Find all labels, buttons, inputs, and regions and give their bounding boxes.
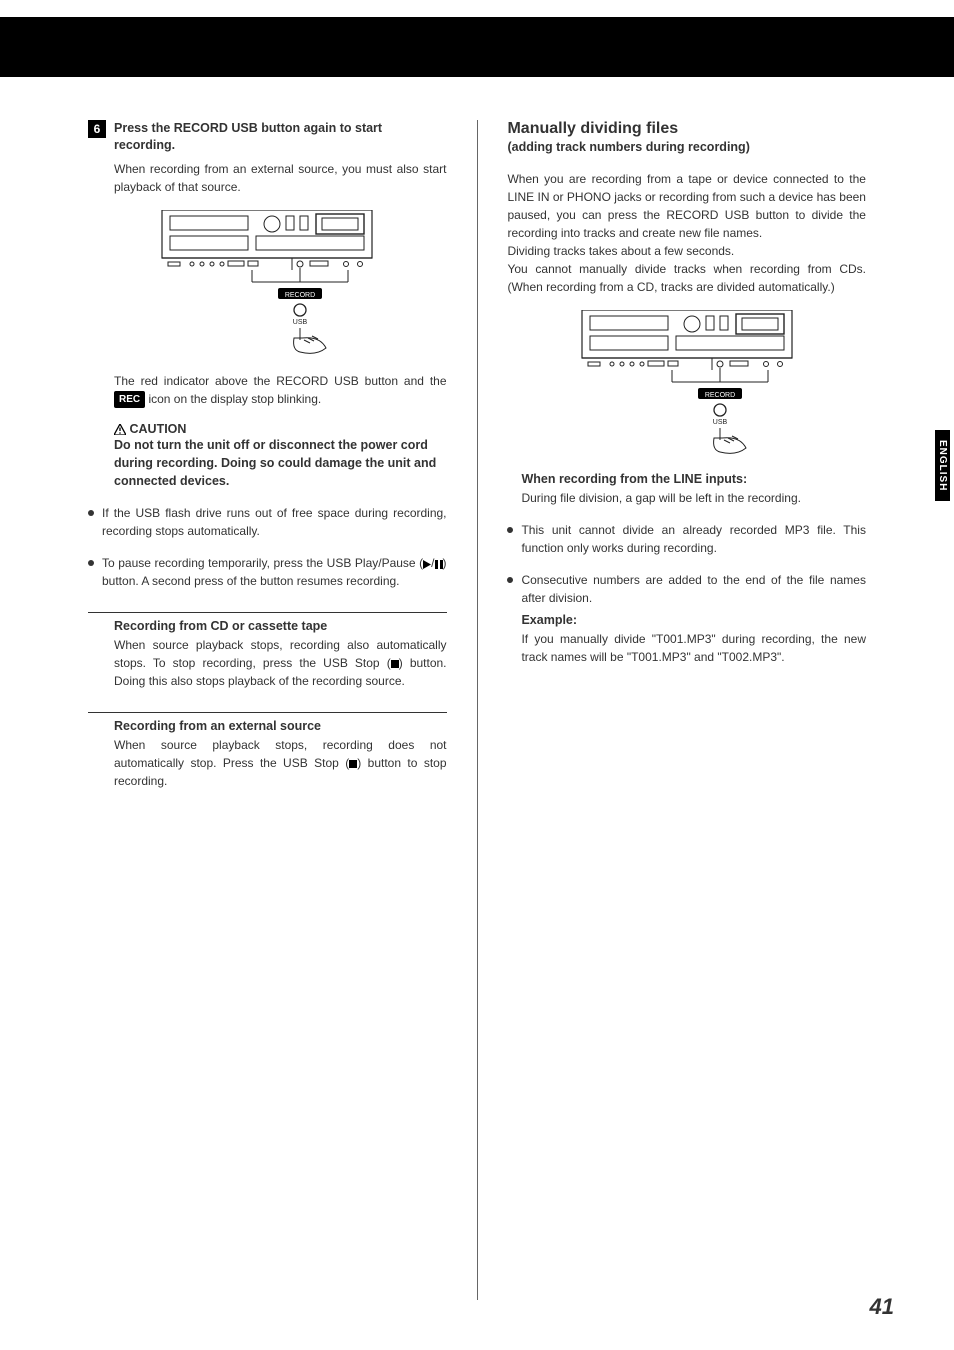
section-heading: Manually dividing files [507,120,866,138]
column-divider [477,120,478,1300]
play-icon [423,560,431,569]
right-column: Manually dividing files (adding track nu… [507,120,866,1300]
divider-line [88,712,447,713]
svg-text:RECORD: RECORD [285,292,315,299]
sub-cd-tape-head: Recording from CD or cassette tape [114,619,447,633]
bullet-pause-text: To pause recording temporarily, press th… [102,554,447,590]
bullet-dot-icon [507,577,513,583]
sub-external-body: When source playback stops, recording do… [114,736,447,790]
line-inputs-head: When recording from the LINE inputs: [521,472,866,486]
bullet-usb-full-text: If the USB flash drive runs out of free … [102,504,447,540]
intro-paragraph: When you are recording from a tape or de… [507,170,866,242]
device-diagram: RECORD USB [572,310,802,460]
example-body: If you manually divide "T001.MP3" during… [521,630,866,666]
sub-cd-tape-body: When source playback stops, recording al… [114,636,447,690]
bullet-dot-icon [88,560,94,566]
bullet-dot-icon [88,510,94,516]
svg-text:USB: USB [293,319,308,326]
example-block: Example: If you manually divide "T001.MP… [521,613,866,666]
stop-icon [391,660,399,668]
page-content: 6 Press the RECORD USB button again to s… [88,120,866,1300]
bullet-consecutive: Consecutive numbers are added to the end… [507,571,866,607]
red-ind-part2: icon on the display stop blinking. [145,392,321,406]
svg-text:USB: USB [713,419,728,426]
caution-body: Do not turn the unit off or disconnect t… [114,436,447,490]
line-inputs-block: When recording from the LINE inputs: Dur… [521,472,866,507]
sub-cd-tape: Recording from CD or cassette tape When … [114,619,447,690]
warning-triangle-icon [114,424,126,435]
step-number-badge: 6 [88,120,106,138]
rec-badge: REC [114,391,145,408]
pause-icon [435,560,443,569]
bullet-dot-icon [507,527,513,533]
svg-text:RECORD: RECORD [705,392,735,399]
language-tab: ENGLISH [935,430,950,501]
divider-line [88,612,447,613]
bullet-consecutive-text: Consecutive numbers are added to the end… [521,571,866,607]
bullet-usb-full: If the USB flash drive runs out of free … [88,504,447,540]
section-subheading: (adding track numbers during recording) [507,140,866,154]
caution-label: CAUTION [129,422,186,436]
step-after-text: When recording from an external source, … [114,160,447,196]
header-black-bar [0,17,954,77]
left-column: 6 Press the RECORD USB button again to s… [88,120,447,1300]
sub-external: Recording from an external source When s… [114,719,447,790]
intro2-paragraph: Dividing tracks takes about a few second… [507,242,866,260]
intro3-paragraph: You cannot manually divide tracks when r… [507,260,866,296]
bullet-pause-a: To pause recording temporarily, press th… [102,556,423,570]
example-head: Example: [521,613,866,627]
caution-heading: CAUTION [114,422,447,436]
step-title: Press the RECORD USB button again to sta… [114,120,447,154]
step-6-row: 6 Press the RECORD USB button again to s… [88,120,447,154]
line-inputs-body: During file division, a gap will be left… [521,489,866,507]
page-number: 41 [870,1294,894,1320]
red-indicator-text: The red indicator above the RECORD USB b… [114,372,447,408]
device-diagram: RECORD USB [152,210,382,360]
red-ind-part1: The red indicator above the RECORD USB b… [114,374,447,388]
sub-external-head: Recording from an external source [114,719,447,733]
bullet-pause: To pause recording temporarily, press th… [88,554,447,590]
bullet-cannot-divide-text: This unit cannot divide an already recor… [521,521,866,557]
bullet-cannot-divide: This unit cannot divide an already recor… [507,521,866,557]
